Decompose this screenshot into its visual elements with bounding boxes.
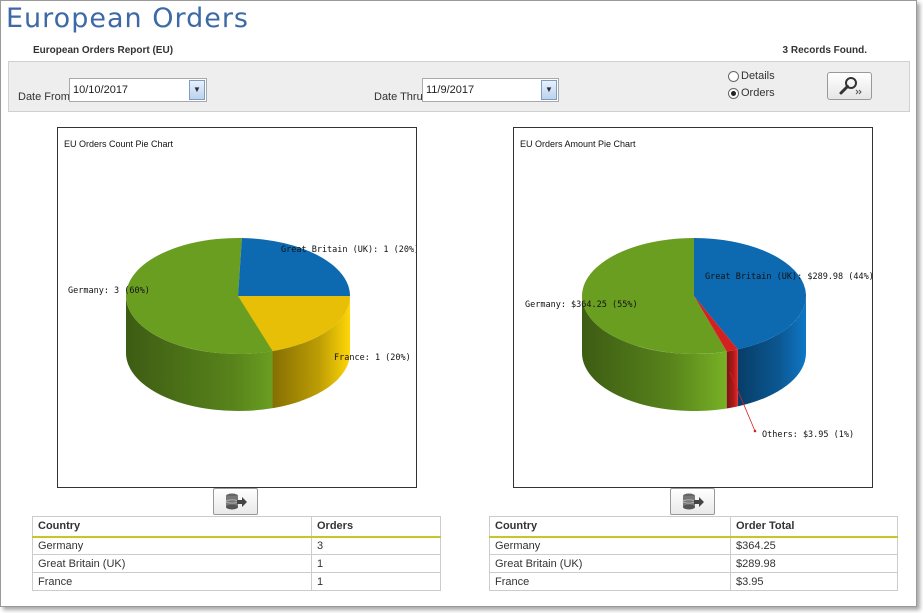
orders-amount-pie-svg: EU Orders Amount Pie Chart Germany: $364.…	[520, 139, 872, 440]
data-label: Germany: $364.25 (55%)	[525, 300, 638, 310]
export-database-icon	[225, 493, 247, 509]
table-header-row: Country Order Total	[489, 516, 898, 538]
table-cell: 1	[311, 554, 441, 573]
data-label: Great Britain (UK): 1 (20%)	[281, 245, 416, 255]
column-header-country[interactable]: Country	[489, 516, 731, 538]
radio-orders-button[interactable]	[728, 87, 739, 99]
date-thru-picker[interactable]: 11/9/2017 ▼	[422, 78, 559, 102]
export-database-icon	[682, 493, 704, 509]
radio-details-label: Details	[741, 70, 775, 82]
table-cell: 3	[311, 536, 441, 555]
report-window: European Orders European Orders Report (…	[0, 0, 917, 607]
table-row: Germany $364.25	[489, 536, 898, 555]
chart-title: EU Orders Count Pie Chart	[64, 139, 174, 149]
table-cell: France	[32, 572, 312, 591]
table-cell: $3.95	[730, 572, 898, 591]
table-cell: Germany	[32, 536, 312, 555]
search-icon	[839, 77, 862, 95]
date-from-value: 10/10/2017	[73, 84, 129, 96]
page-title: European Orders	[6, 3, 249, 34]
column-header-orders[interactable]: Orders	[311, 516, 441, 538]
radio-details-button[interactable]	[728, 70, 739, 82]
table-cell: $364.25	[730, 536, 898, 555]
export-count-button[interactable]	[213, 488, 258, 515]
orders-amount-table: Country Order Total Germany $364.25 Grea…	[489, 516, 898, 591]
radio-orders[interactable]: Orders	[728, 87, 775, 99]
table-row: France 1	[32, 572, 441, 591]
chart-title: EU Orders Amount Pie Chart	[520, 139, 636, 149]
records-found-count: 3 Records Found.	[782, 45, 867, 56]
date-thru-dropdown-button[interactable]: ▼	[541, 80, 557, 100]
chevron-down-icon: ▼	[193, 85, 201, 94]
export-amount-button[interactable]	[670, 488, 715, 515]
table-header-row: Country Orders	[32, 516, 441, 538]
search-button[interactable]	[827, 72, 872, 100]
chevron-down-icon: ▼	[545, 85, 553, 94]
table-cell: 1	[311, 572, 441, 591]
table-cell: Great Britain (UK)	[32, 554, 312, 573]
column-header-order-total[interactable]: Order Total	[730, 516, 898, 538]
table-cell: France	[489, 572, 731, 591]
leader-dot	[753, 429, 757, 433]
date-from-dropdown-button[interactable]: ▼	[189, 80, 205, 100]
date-from-picker[interactable]: 10/10/2017 ▼	[69, 78, 207, 102]
table-cell: $289.98	[730, 554, 898, 573]
radio-details[interactable]: Details	[728, 70, 775, 82]
date-from-label: Date From	[18, 91, 70, 103]
orders-count-table: Country Orders Germany 3 Great Britain (…	[32, 516, 441, 591]
table-row: Great Britain (UK) $289.98	[489, 554, 898, 573]
data-label: France: 1 (20%)	[334, 353, 411, 363]
filter-bar: Date From 10/10/2017 ▼ Date Thru 11/9/20…	[8, 61, 910, 112]
table-row: Great Britain (UK) 1	[32, 554, 441, 573]
data-label: Others: $3.95 (1%)	[762, 430, 854, 440]
column-header-country[interactable]: Country	[32, 516, 312, 538]
data-label: Great Britain (UK): $289.98 (44%)	[705, 272, 872, 282]
table-row: Germany 3	[32, 536, 441, 555]
orders-count-pie-svg: EU Orders Count Pie Chart Germany: 3 (60%…	[64, 139, 416, 411]
date-thru-value: 11/9/2017	[426, 84, 475, 96]
pie-slice-side	[726, 349, 738, 409]
data-label: Germany: 3 (60%)	[68, 286, 150, 296]
date-thru-label: Date Thru	[374, 91, 423, 103]
orders-amount-pie-chart: EU Orders Amount Pie Chart Germany: $364.…	[513, 127, 873, 488]
table-cell: Great Britain (UK)	[489, 554, 731, 573]
report-name: European Orders Report (EU)	[33, 45, 174, 56]
table-row: France $3.95	[489, 572, 898, 591]
table-cell: Germany	[489, 536, 731, 555]
orders-count-pie-chart: EU Orders Count Pie Chart Germany: 3 (60%…	[57, 127, 417, 488]
radio-orders-label: Orders	[741, 87, 775, 99]
